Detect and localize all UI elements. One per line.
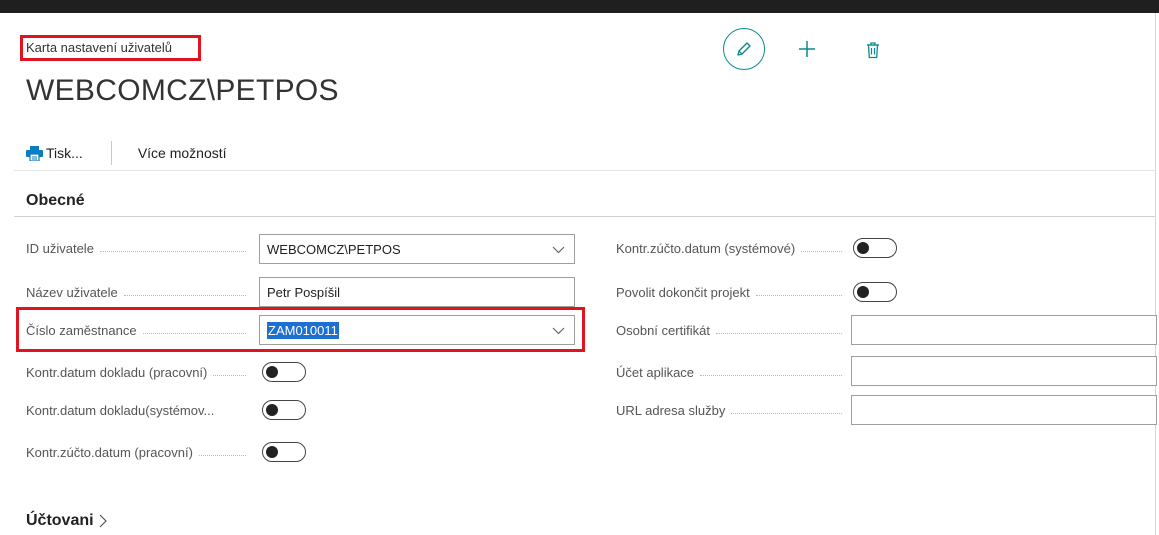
chevron-right-icon — [99, 514, 107, 528]
section-title-general: Obecné — [26, 192, 85, 209]
user-id-field[interactable]: WEBCOMCZ\PETPOS — [259, 234, 575, 264]
toggle-knob — [857, 286, 869, 298]
allow-finish-project-label: Povolit dokončit projekt — [616, 282, 848, 302]
top-bar — [0, 0, 1159, 13]
service-url-field[interactable] — [851, 395, 1157, 425]
trash-icon — [867, 42, 879, 59]
action-separator — [110, 141, 112, 165]
action-bar: Tisk... Více možností — [26, 141, 227, 165]
new-button[interactable] — [794, 36, 820, 62]
employee-no-highlight — [16, 307, 585, 352]
delete-button[interactable] — [862, 38, 884, 62]
toggle-knob — [857, 242, 869, 254]
doc-date-work-toggle[interactable] — [262, 362, 306, 382]
edit-button[interactable] — [723, 28, 765, 70]
print-button[interactable]: Tisk... — [26, 145, 83, 161]
user-id-label: ID uživatele — [26, 238, 252, 258]
plus-icon — [799, 41, 815, 57]
print-label: Tisk... — [46, 145, 83, 161]
toggle-knob — [266, 366, 278, 378]
user-name-label: Název uživatele — [26, 282, 252, 302]
user-name-value: Petr Pospíšil — [267, 284, 340, 300]
posting-section-label: Účtovani — [26, 512, 94, 529]
user-id-value: WEBCOMCZ\PETPOS — [267, 241, 401, 257]
section-title-posting[interactable]: Účtovani — [26, 512, 108, 530]
printer-icon — [26, 145, 43, 161]
user-name-field[interactable]: Petr Pospíšil — [259, 277, 575, 307]
personal-cert-label: Osobní certifikát — [616, 320, 848, 340]
toggle-knob — [266, 404, 278, 416]
pencil-icon — [737, 42, 751, 56]
chevron-down-icon[interactable] — [552, 243, 565, 256]
page-title: WEBCOMCZ\PETPOS — [26, 74, 339, 107]
action-bar-divider — [14, 170, 1155, 171]
app-account-field[interactable] — [851, 356, 1157, 386]
post-date-work-toggle[interactable] — [262, 442, 306, 462]
toggle-knob — [266, 446, 278, 458]
app-account-label: Účet aplikace — [616, 362, 848, 382]
post-date-sys-label: Kontr.zúčto.datum (systémové) — [616, 238, 848, 258]
doc-date-sys-toggle[interactable] — [262, 400, 306, 420]
more-options-button[interactable]: Více možností — [138, 145, 227, 161]
breadcrumb-highlight — [20, 35, 201, 61]
right-panel-border — [1155, 13, 1156, 535]
doc-date-sys-label: Kontr.datum dokladu(systémov... — [26, 402, 215, 418]
service-url-label: URL adresa služby — [616, 400, 848, 420]
section-divider — [14, 216, 1155, 217]
doc-date-work-label: Kontr.datum dokladu (pracovní) — [26, 362, 252, 382]
personal-cert-field[interactable] — [851, 315, 1157, 345]
post-date-sys-toggle[interactable] — [853, 238, 897, 258]
allow-finish-project-toggle[interactable] — [853, 282, 897, 302]
post-date-work-label: Kontr.zúčto.datum (pracovní) — [26, 442, 252, 462]
